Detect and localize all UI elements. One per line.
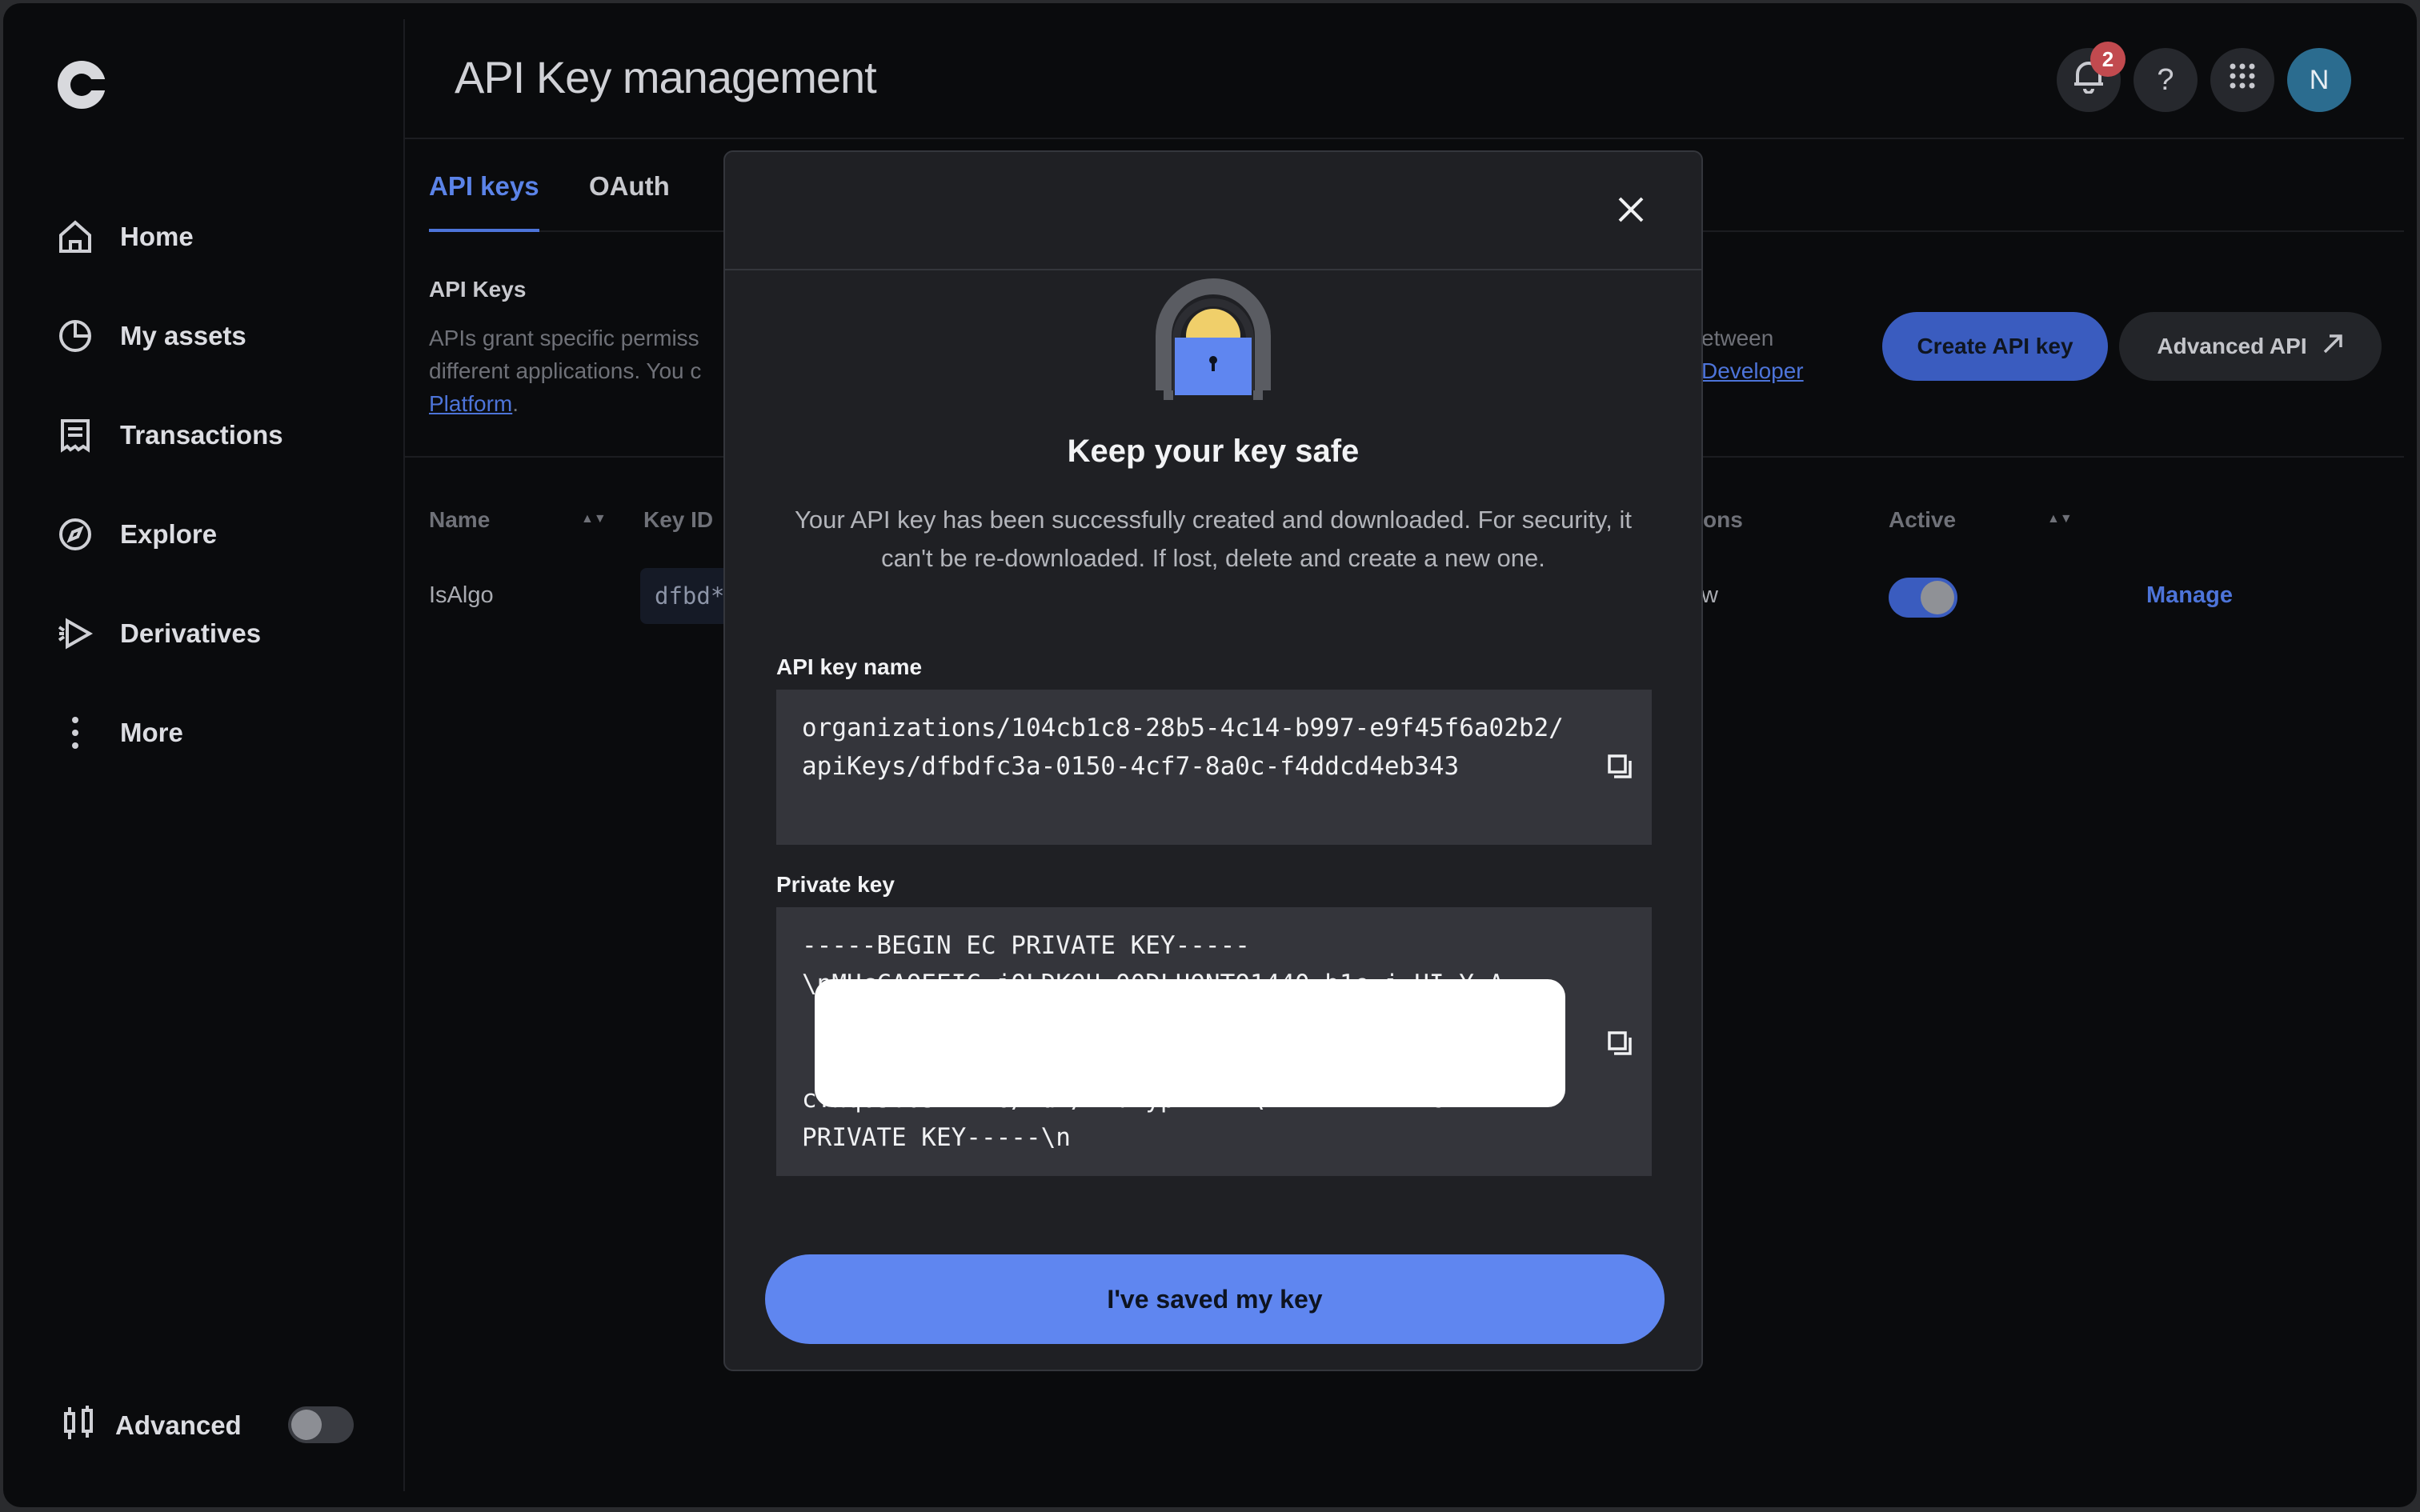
dialog-header — [725, 152, 1701, 270]
redaction-box — [815, 979, 1565, 1107]
api-key-name-label: API key name — [776, 654, 923, 679]
copy-name-button[interactable] — [1607, 754, 1633, 779]
modal-overlay: Keep your key safe Your API key has been… — [3, 3, 2417, 1507]
api-key-name-field[interactable]: organizations/104cb1c8-28b5-4c14-b997-e9… — [776, 690, 1652, 845]
keep-key-safe-dialog: Keep your key safe Your API key has been… — [723, 150, 1703, 1371]
api-key-name-value: organizations/104cb1c8-28b5-4c14-b997-e9… — [802, 714, 1564, 781]
private-key-label: Private key — [776, 872, 895, 897]
copy-private-key-button[interactable] — [1607, 1030, 1633, 1056]
copy-icon — [1607, 754, 1633, 782]
private-key-line: -----BEGIN EC PRIVATE KEY----- — [802, 931, 1250, 960]
private-key-line: PRIVATE KEY-----\n — [802, 1123, 1071, 1152]
dialog-title: Keep your key safe — [1067, 434, 1360, 469]
saved-key-button[interactable]: I've saved my key — [765, 1254, 1665, 1344]
app-window: Home My assets Transactions Explore Deri… — [3, 3, 2417, 1507]
close-button[interactable] — [1613, 192, 1649, 227]
padlock-icon — [1148, 270, 1279, 403]
copy-icon — [1607, 1031, 1633, 1059]
dialog-description: Your API key has been successfully creat… — [795, 506, 1632, 572]
close-icon — [1613, 197, 1649, 230]
